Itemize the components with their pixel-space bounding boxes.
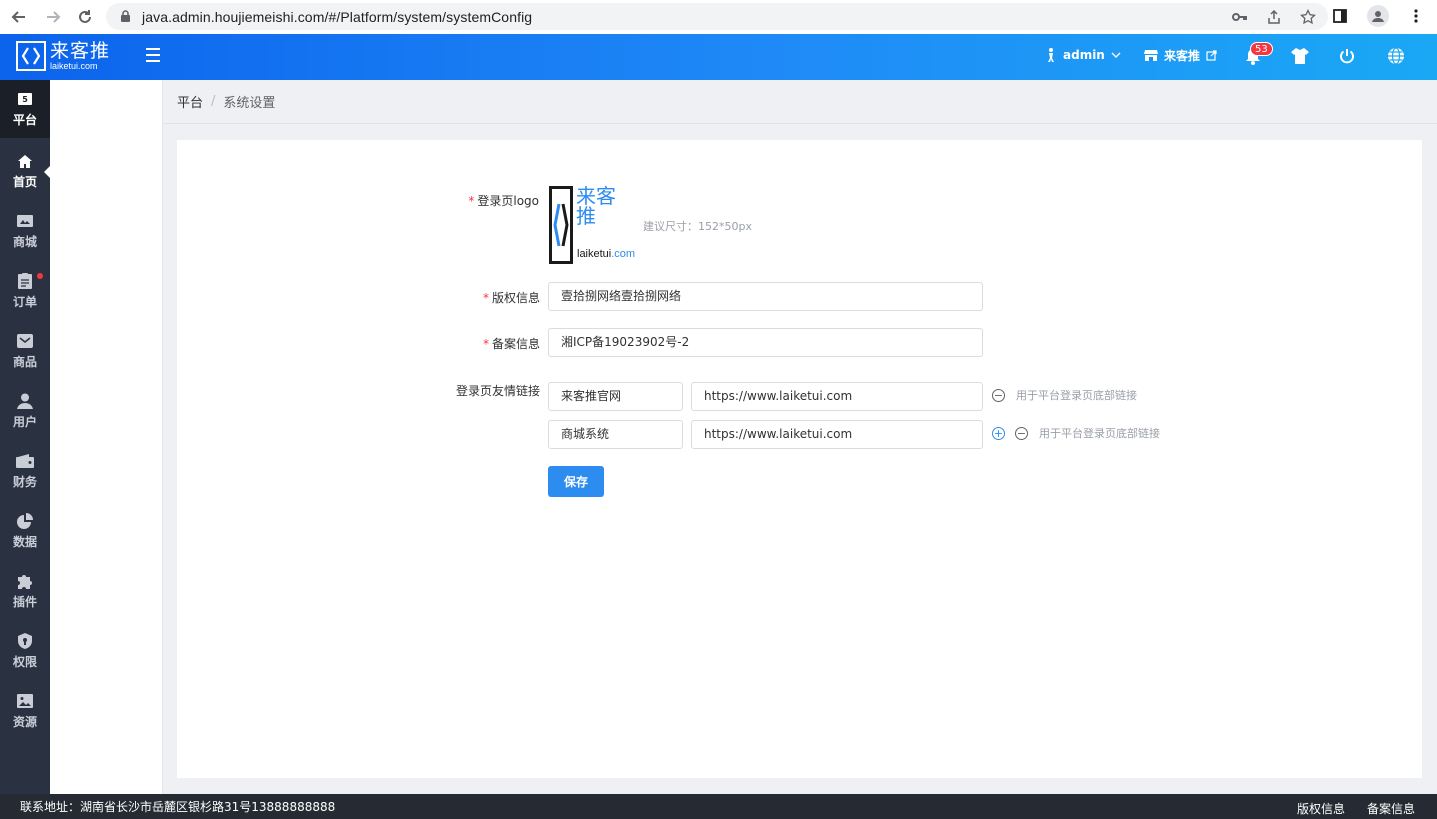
logo-preview-en: laiketui.com: [577, 248, 636, 260]
home-icon: [16, 153, 34, 169]
key-icon[interactable]: [1230, 7, 1250, 27]
globe-icon[interactable]: [1386, 46, 1406, 66]
sidebar: 5 平台 首页 商城 订单 商品 用户 财务 数据 插件 权限 资源: [0, 80, 51, 794]
logo-preview-cn: 来客推: [576, 184, 616, 228]
sidebar-label-platform: 平台: [12, 113, 37, 127]
logo[interactable]: 来客推 laiketui.com: [16, 41, 110, 71]
lock-icon: [118, 10, 132, 24]
logo-cn-text: 来客推: [50, 39, 111, 62]
menu-toggle-icon[interactable]: [146, 48, 160, 62]
footer: 联系地址：湖南省长沙市岳麓区银杉路31号13888888888 版权信息 备案信…: [0, 794, 1437, 819]
sidebar-item-finance[interactable]: 财务: [0, 440, 50, 500]
platform-icon: 5: [16, 91, 34, 107]
breadcrumb-current: 系统设置: [223, 96, 276, 111]
copyright-input[interactable]: 壹拾捌网络壹拾捌网络: [548, 282, 983, 311]
store-name: 来客推: [1164, 49, 1201, 63]
notification-badge: 53: [1250, 42, 1273, 56]
logo-size-hint: 建议尺寸：152*50px: [643, 220, 752, 233]
sidebar-item-platform[interactable]: 5 平台: [0, 80, 50, 138]
image-icon: [16, 693, 34, 709]
record-label: * 备案信息: [482, 337, 540, 351]
footer-record-link[interactable]: 备案信息: [1367, 800, 1415, 817]
mall-icon: [16, 213, 34, 229]
sidebar-item-data[interactable]: 数据: [0, 500, 50, 560]
link-hint: 用于平台登录页底部链接: [1016, 389, 1137, 402]
sidebar-item-permission[interactable]: 权限: [0, 620, 50, 680]
sidebar-label-data: 数据: [12, 535, 37, 549]
power-icon[interactable]: [1337, 46, 1357, 66]
required-mark: *: [468, 194, 475, 208]
more-menu-icon[interactable]: [1405, 5, 1427, 27]
sidebar-label-goods: 商品: [12, 355, 37, 369]
add-link-icon[interactable]: +: [992, 427, 1005, 440]
sidebar-label-user: 用户: [12, 415, 37, 429]
sidebar-item-goods[interactable]: 商品: [0, 320, 50, 380]
logo-label: * 登录页logo: [468, 194, 539, 208]
user-name: admin: [1063, 48, 1105, 62]
record-input[interactable]: 湘ICP备19023902号-2: [548, 328, 983, 357]
footer-address: 联系地址：湖南省长沙市岳麓区银杉路31号13888888888: [20, 800, 336, 814]
browser-toolbar: java.admin.houjiemeishi.com/#/Platform/s…: [0, 0, 1437, 34]
reload-icon[interactable]: [74, 6, 96, 28]
remove-link-icon[interactable]: −: [992, 389, 1005, 402]
forward-arrow-icon[interactable]: [42, 6, 64, 28]
sidebar-item-plugin[interactable]: 插件: [0, 560, 50, 620]
chevron-down-icon: [1111, 52, 1121, 58]
user-figure-icon: [1048, 48, 1054, 62]
link-url-input[interactable]: https://www.laiketui.com: [691, 382, 983, 411]
sidebar-item-user[interactable]: 用户: [0, 380, 50, 440]
external-link-icon: [1206, 50, 1217, 61]
url-text: java.admin.houjiemeishi.com/#/Platform/s…: [142, 8, 533, 25]
goods-icon: [16, 333, 34, 349]
sidebar-item-home[interactable]: 首页: [0, 140, 50, 200]
user-icon: [16, 393, 34, 409]
sidebar-label-permission: 权限: [12, 655, 37, 669]
star-icon[interactable]: [1298, 7, 1318, 27]
link-hint: 用于平台登录页底部链接: [1039, 427, 1160, 440]
order-notification-dot: [37, 273, 43, 279]
save-button[interactable]: 保存: [548, 466, 604, 497]
breadcrumb: 平台 / 系统设置: [163, 80, 1437, 124]
sidebar-item-order[interactable]: 订单: [0, 260, 50, 320]
wallet-icon: [16, 453, 34, 469]
pie-chart-icon: [16, 513, 34, 529]
link-name-input[interactable]: 来客推官网: [548, 382, 683, 411]
sidebar-label-finance: 财务: [12, 475, 37, 489]
sidebar-label-home: 首页: [12, 175, 37, 189]
logo-en-text: laiketui.com: [50, 60, 98, 71]
sidebar-label-order: 订单: [12, 295, 37, 309]
link-name-input[interactable]: 商城系统: [548, 420, 683, 449]
store-link[interactable]: 来客推: [1144, 47, 1217, 64]
sidepanel-icon[interactable]: [1329, 5, 1351, 27]
logo-upload[interactable]: 来客推 laiketui.com: [548, 184, 635, 266]
user-menu[interactable]: admin: [1045, 47, 1121, 63]
links-label: 登录页友情链接: [455, 384, 540, 398]
link-url-input[interactable]: https://www.laiketui.com: [691, 420, 983, 449]
order-icon: [16, 273, 34, 289]
breadcrumb-separator: /: [211, 94, 216, 109]
sidebar-item-resource[interactable]: 资源: [0, 680, 50, 740]
puzzle-icon: [16, 573, 34, 589]
sidebar-label-plugin: 插件: [12, 595, 37, 609]
sidebar-label-mall: 商城: [12, 235, 37, 249]
remove-link-icon[interactable]: −: [1015, 427, 1028, 440]
address-bar[interactable]: java.admin.houjiemeishi.com/#/Platform/s…: [106, 3, 1328, 30]
secondary-menu-panel: [50, 80, 163, 794]
share-icon[interactable]: [1264, 7, 1284, 27]
app-header: 来客推 laiketui.com admin 来客推 53: [0, 34, 1437, 80]
svg-text:5: 5: [22, 95, 28, 104]
breadcrumb-root[interactable]: 平台: [177, 92, 203, 111]
system-config-card: * 登录页logo 来客推 laiketui.com 建议尺寸：152*50px …: [177, 140, 1422, 778]
sidebar-item-mall[interactable]: 商城: [0, 200, 50, 260]
shield-icon: [16, 633, 34, 649]
profile-icon[interactable]: [1367, 5, 1389, 27]
logo-mark-icon: [16, 41, 46, 71]
back-arrow-icon[interactable]: [8, 6, 30, 28]
sidebar-label-resource: 资源: [12, 715, 37, 729]
store-icon: [1144, 50, 1158, 61]
copyright-label: * 版权信息: [482, 291, 540, 305]
footer-copyright-link[interactable]: 版权信息: [1297, 800, 1345, 817]
tshirt-icon[interactable]: [1290, 46, 1310, 66]
